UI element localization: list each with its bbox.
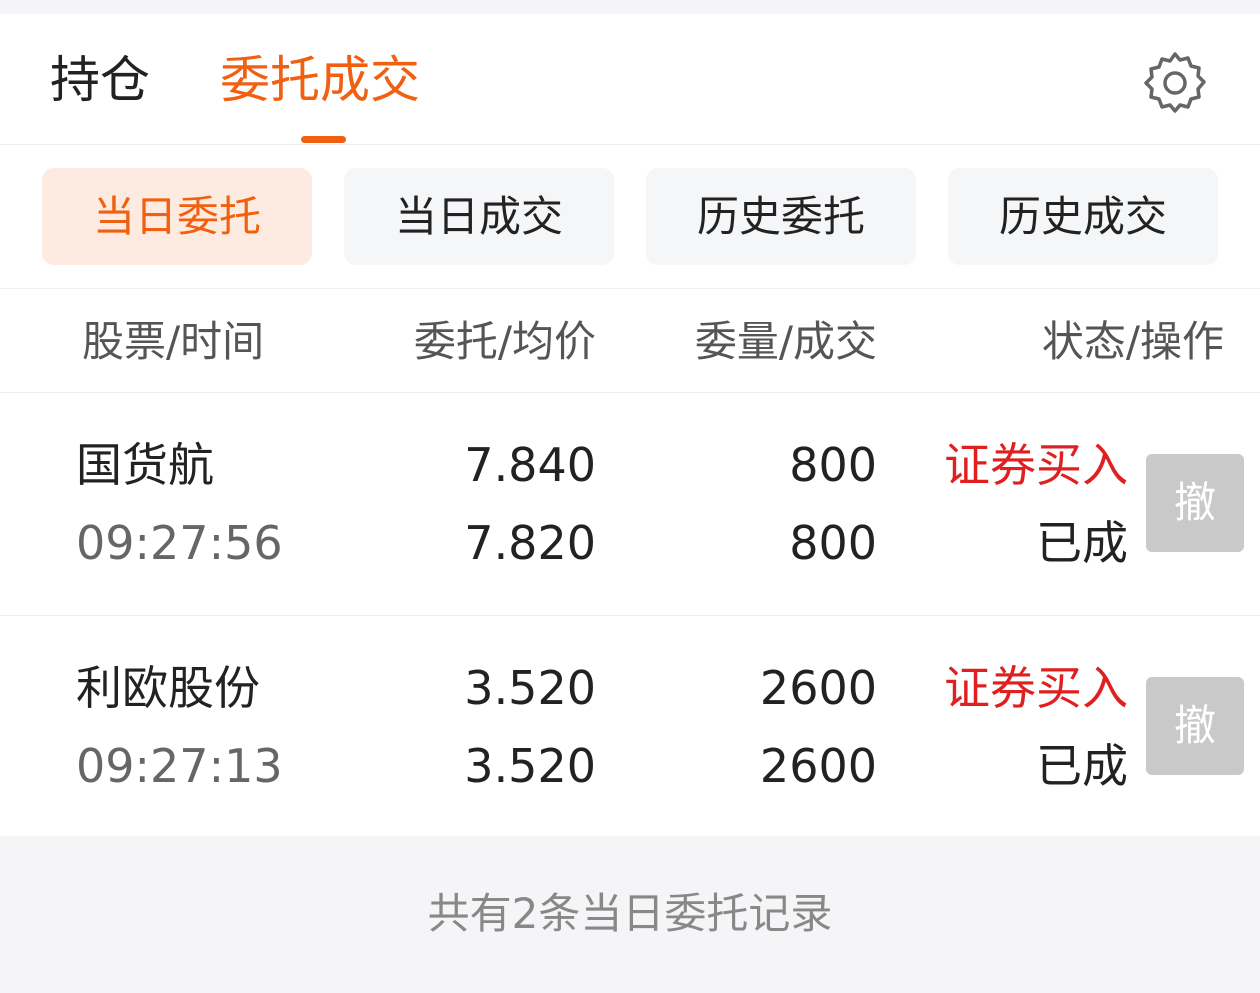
cancel-order-button[interactable]: 撤 — [1146, 677, 1244, 775]
column-header-stock-time: 股票/时间 — [82, 317, 265, 366]
order-quantity: 2600 — [759, 661, 877, 715]
order-status: 已成 — [1036, 739, 1128, 793]
record-count-footer: 共有2条当日委托记录 — [427, 889, 833, 938]
order-time: 09:27:56 — [76, 516, 283, 570]
order-quantity: 800 — [789, 438, 877, 492]
order-direction: 证券买入 — [944, 661, 1128, 715]
average-price: 7.820 — [464, 516, 596, 570]
order-direction: 证券买入 — [944, 438, 1128, 492]
orders-panel: 持仓 委托成交 当日委托 当日成交 历史委托 历史成交 股票/时间 委托/均价 … — [0, 14, 1260, 836]
order-price: 3.520 — [464, 661, 596, 715]
order-row[interactable]: 国货航 09:27:56 7.840 7.820 800 800 证券买入 已成… — [0, 393, 1260, 614]
stock-name: 利欧股份 — [76, 661, 260, 715]
average-price: 3.520 — [464, 739, 596, 793]
stock-name: 国货航 — [76, 438, 214, 492]
order-time: 09:27:13 — [76, 739, 283, 793]
order-status: 已成 — [1036, 516, 1128, 570]
order-price: 7.840 — [464, 438, 596, 492]
filled-quantity: 800 — [789, 516, 877, 570]
tab-holdings[interactable]: 持仓 — [50, 48, 150, 112]
subtab-history-trades[interactable]: 历史成交 — [948, 168, 1218, 265]
gear-icon[interactable] — [1140, 48, 1210, 118]
filled-quantity: 2600 — [759, 739, 877, 793]
order-row[interactable]: 利欧股份 09:27:13 3.520 3.520 2600 2600 证券买入… — [0, 615, 1260, 837]
column-header-qty-filled: 委量/成交 — [694, 317, 877, 366]
cancel-order-button[interactable]: 撤 — [1146, 454, 1244, 552]
divider — [0, 288, 1260, 289]
subtab-today-trades[interactable]: 当日成交 — [344, 168, 614, 265]
column-header-status-action: 状态/操作 — [1041, 317, 1224, 366]
subtab-today-orders[interactable]: 当日委托 — [42, 168, 312, 265]
subtab-history-orders[interactable]: 历史委托 — [646, 168, 916, 265]
top-tab-bar: 持仓 委托成交 — [0, 14, 1260, 145]
tab-orders-trades[interactable]: 委托成交 — [220, 48, 420, 112]
column-header-price-avg: 委托/均价 — [413, 317, 596, 366]
active-tab-indicator — [301, 136, 346, 143]
